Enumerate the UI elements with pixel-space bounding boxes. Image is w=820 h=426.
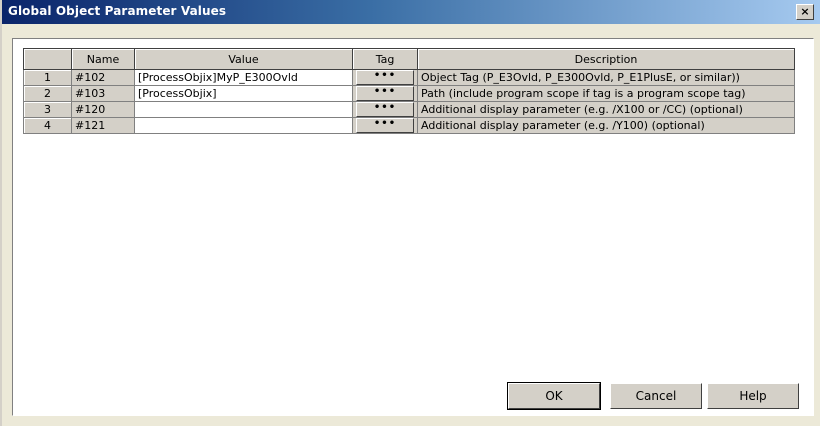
description-cell: Additional display parameter (e.g. /Y100… — [417, 117, 795, 134]
tag-browse-button[interactable]: ••• — [356, 118, 414, 133]
dialog-window: Global Object Parameter Values × Name Va… — [0, 0, 820, 426]
tag-cell: ••• — [352, 85, 418, 102]
table-row: 4 #121 ••• Additional display parameter … — [23, 117, 795, 134]
close-button[interactable]: × — [796, 4, 814, 20]
table-row: 1 #102 [ProcessObjix]MyP_E300Ovld ••• Ob… — [23, 69, 795, 86]
header-rownum — [23, 48, 72, 70]
tag-browse-button[interactable]: ••• — [356, 70, 414, 85]
tag-cell: ••• — [352, 101, 418, 118]
description-cell: Additional display parameter (e.g. /X100… — [417, 101, 795, 118]
header-name: Name — [71, 48, 135, 70]
value-cell[interactable]: [ProcessObjix] — [134, 85, 353, 102]
name-cell: #103 — [71, 85, 135, 102]
description-cell: Path (include program scope if tag is a … — [417, 85, 795, 102]
header-tag: Tag — [352, 48, 418, 70]
table-row: 3 #120 ••• Additional display parameter … — [23, 101, 795, 118]
table-header-row: Name Value Tag Description — [23, 48, 795, 70]
tag-browse-button[interactable]: ••• — [356, 102, 414, 117]
cancel-button[interactable]: Cancel — [610, 383, 702, 409]
value-cell[interactable]: [ProcessObjix]MyP_E300Ovld — [134, 69, 353, 86]
name-cell: #121 — [71, 117, 135, 134]
name-cell: #120 — [71, 101, 135, 118]
ok-button[interactable]: OK — [507, 382, 601, 410]
window-title: Global Object Parameter Values — [8, 4, 227, 18]
row-number: 2 — [23, 85, 72, 102]
header-value: Value — [134, 48, 353, 70]
header-description: Description — [417, 48, 795, 70]
row-number: 4 — [23, 117, 72, 134]
table-row: 2 #103 [ProcessObjix] ••• Path (include … — [23, 85, 795, 102]
parameter-grid-panel: Name Value Tag Description 1 #102 [Proce… — [12, 38, 814, 416]
tag-cell: ••• — [352, 69, 418, 86]
tag-cell: ••• — [352, 117, 418, 134]
help-button[interactable]: Help — [707, 383, 799, 409]
title-bar[interactable]: Global Object Parameter Values × — [2, 0, 820, 24]
description-cell: Object Tag (P_E3Ovld, P_E300Ovld, P_E1Pl… — [417, 69, 795, 86]
value-cell[interactable] — [134, 101, 353, 118]
parameter-table: Name Value Tag Description 1 #102 [Proce… — [23, 48, 795, 134]
row-number: 3 — [23, 101, 72, 118]
value-cell[interactable] — [134, 117, 353, 134]
name-cell: #102 — [71, 69, 135, 86]
tag-browse-button[interactable]: ••• — [356, 86, 414, 101]
row-number: 1 — [23, 69, 72, 86]
